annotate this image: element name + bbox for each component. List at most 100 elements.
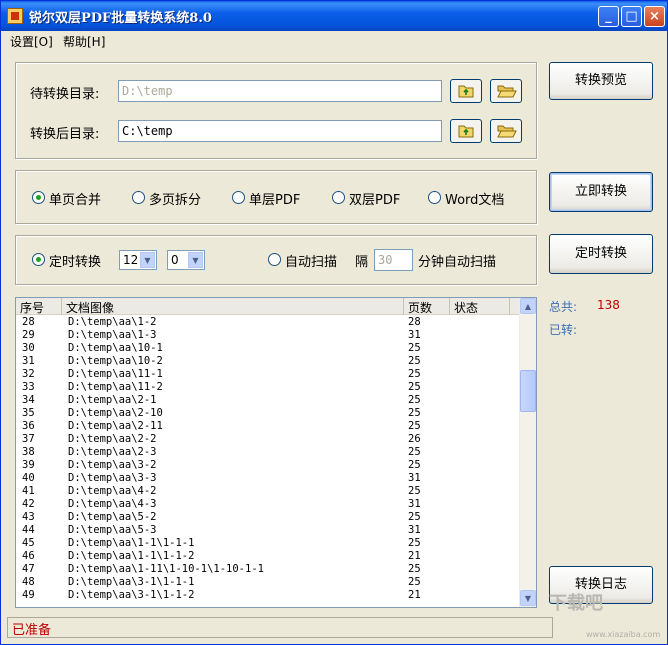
cell-seq: 48 bbox=[22, 576, 35, 588]
source-up-folder-button[interactable] bbox=[450, 79, 482, 103]
radio-timed-convert[interactable] bbox=[32, 253, 45, 266]
cell-seq: 47 bbox=[22, 563, 35, 575]
cell-pages: 31 bbox=[408, 498, 421, 510]
cell-image: D:\temp\aa\10-2 bbox=[68, 355, 163, 367]
cell-image: D:\temp\aa\1-2 bbox=[68, 316, 157, 328]
table-row[interactable]: 33 D:\temp\aa\11-2 25 bbox=[16, 381, 521, 394]
target-up-folder-button[interactable] bbox=[450, 119, 482, 143]
auto-scan-label: 自动扫描 bbox=[285, 255, 338, 270]
target-dir-field[interactable]: C:\temp bbox=[118, 120, 442, 142]
preview-button[interactable]: 转换预览 bbox=[549, 62, 653, 100]
table-row[interactable]: 28 D:\temp\aa\1-2 28 bbox=[16, 316, 521, 329]
cell-image: D:\temp\aa\10-1 bbox=[68, 342, 163, 354]
cell-seq: 40 bbox=[22, 472, 35, 484]
table-row[interactable]: 29 D:\temp\aa\1-3 31 bbox=[16, 329, 521, 342]
target-open-folder-button[interactable] bbox=[490, 119, 522, 143]
table-row[interactable]: 47 D:\temp\aa\1-11\1-10-1\1-10-1-1 25 bbox=[16, 563, 521, 576]
cell-image: D:\temp\aa\11-1 bbox=[68, 368, 163, 380]
timed-convert-label: 定时转换 bbox=[49, 255, 102, 270]
app-icon bbox=[7, 8, 23, 24]
radio-auto-scan[interactable] bbox=[268, 253, 281, 266]
source-open-folder-button[interactable] bbox=[490, 79, 522, 103]
chevron-down-icon[interactable]: ▼ bbox=[140, 252, 155, 268]
list-body: 28 D:\temp\aa\1-2 28 29 D:\temp\aa\1-3 31 30 D:… bbox=[16, 316, 521, 607]
cell-pages: 25 bbox=[408, 407, 421, 419]
title-bar[interactable]: 锐尔双层PDF批量转换系统8.0 _ □ × bbox=[1, 1, 667, 31]
cell-pages: 25 bbox=[408, 420, 421, 432]
chevron-down-icon[interactable]: ▼ bbox=[188, 252, 203, 268]
cell-seq: 33 bbox=[22, 381, 35, 393]
table-row[interactable]: 46 D:\temp\aa\1-1\1-1-2 21 bbox=[16, 550, 521, 563]
cell-seq: 28 bbox=[22, 316, 35, 328]
table-row[interactable]: 44 D:\temp\aa\5-3 31 bbox=[16, 524, 521, 537]
col-status[interactable]: 状态 bbox=[450, 298, 510, 315]
cell-seq: 36 bbox=[22, 420, 35, 432]
table-row[interactable]: 32 D:\temp\aa\11-1 25 bbox=[16, 368, 521, 381]
cell-seq: 41 bbox=[22, 485, 35, 497]
table-row[interactable]: 38 D:\temp\aa\2-3 25 bbox=[16, 446, 521, 459]
radio-mode-word[interactable] bbox=[428, 191, 441, 204]
cell-pages: 26 bbox=[408, 433, 421, 445]
scroll-up-icon[interactable]: ▲ bbox=[520, 298, 536, 314]
table-row[interactable]: 39 D:\temp\aa\3-2 25 bbox=[16, 459, 521, 472]
table-row[interactable]: 42 D:\temp\aa\4-3 31 bbox=[16, 498, 521, 511]
cell-seq: 37 bbox=[22, 433, 35, 445]
hour-value: 12 bbox=[123, 253, 139, 267]
hour-select[interactable]: 12 ▼ bbox=[119, 250, 157, 270]
status-bar: 已准备 bbox=[7, 617, 553, 638]
total-value: 138 bbox=[597, 298, 620, 312]
minimize-button[interactable]: _ bbox=[598, 6, 619, 27]
table-row[interactable]: 34 D:\temp\aa\2-1 25 bbox=[16, 394, 521, 407]
file-list[interactable]: 序号 文档图像 页数 状态 28 D:\temp\aa\1-2 28 29 D:\tem… bbox=[15, 297, 537, 608]
cell-image: D:\temp\aa\11-2 bbox=[68, 381, 163, 393]
table-row[interactable]: 41 D:\temp\aa\4-2 25 bbox=[16, 485, 521, 498]
table-row[interactable]: 37 D:\temp\aa\2-2 26 bbox=[16, 433, 521, 446]
minute-value: 0 bbox=[171, 253, 179, 267]
total-label: 总共: bbox=[549, 300, 578, 314]
cell-image: D:\temp\aa\3-3 bbox=[68, 472, 157, 484]
convert-now-button[interactable]: 立即转换 bbox=[549, 172, 653, 212]
radio-mode-split[interactable] bbox=[132, 191, 145, 204]
cell-seq: 49 bbox=[22, 589, 35, 601]
done-label: 已转: bbox=[549, 323, 578, 337]
cell-image: D:\temp\aa\2-2 bbox=[68, 433, 157, 445]
table-row[interactable]: 48 D:\temp\aa\3-1\1-1-1 25 bbox=[16, 576, 521, 589]
scroll-thumb[interactable] bbox=[520, 370, 536, 412]
cell-pages: 25 bbox=[408, 576, 421, 588]
table-row[interactable]: 31 D:\temp\aa\10-2 25 bbox=[16, 355, 521, 368]
cell-pages: 25 bbox=[408, 563, 421, 575]
cell-seq: 32 bbox=[22, 368, 35, 380]
interval-input[interactable]: 30 bbox=[374, 249, 413, 271]
menu-help[interactable]: 帮助[H] bbox=[63, 33, 105, 50]
table-row[interactable]: 49 D:\temp\aa\3-1\1-1-2 21 bbox=[16, 589, 521, 602]
timed-convert-button[interactable]: 定时转换 bbox=[549, 234, 653, 274]
menu-settings[interactable]: 设置[O] bbox=[10, 33, 53, 50]
cell-image: D:\temp\aa\5-2 bbox=[68, 511, 157, 523]
watermark-logo: 下载吧 bbox=[549, 593, 603, 614]
vertical-scrollbar[interactable]: ▲ ▼ bbox=[519, 298, 536, 607]
radio-mode-merge[interactable] bbox=[32, 191, 45, 204]
cell-seq: 42 bbox=[22, 498, 35, 510]
radio-mode-double-pdf[interactable] bbox=[332, 191, 345, 204]
cell-seq: 45 bbox=[22, 537, 35, 549]
table-row[interactable]: 36 D:\temp\aa\2-11 25 bbox=[16, 420, 521, 433]
close-button[interactable]: × bbox=[644, 6, 665, 27]
mode-word-label: Word文档 bbox=[445, 193, 505, 208]
source-dir-field[interactable]: D:\temp bbox=[118, 80, 442, 102]
col-image[interactable]: 文档图像 bbox=[62, 298, 404, 315]
cell-pages: 28 bbox=[408, 316, 421, 328]
maximize-button[interactable]: □ bbox=[621, 6, 642, 27]
table-row[interactable]: 43 D:\temp\aa\5-2 25 bbox=[16, 511, 521, 524]
table-row[interactable]: 40 D:\temp\aa\3-3 31 bbox=[16, 472, 521, 485]
col-seq[interactable]: 序号 bbox=[16, 298, 62, 315]
table-row[interactable]: 30 D:\temp\aa\10-1 25 bbox=[16, 342, 521, 355]
main-window: 锐尔双层PDF批量转换系统8.0 _ □ × 设置[O] 帮助[H] 待转换目录… bbox=[0, 0, 668, 645]
source-dir-label: 待转换目录: bbox=[30, 87, 100, 102]
minute-select[interactable]: 0 ▼ bbox=[167, 250, 205, 270]
col-pages[interactable]: 页数 bbox=[404, 298, 450, 315]
scroll-down-icon[interactable]: ▼ bbox=[520, 590, 536, 606]
radio-mode-single-pdf[interactable] bbox=[232, 191, 245, 204]
table-row[interactable]: 35 D:\temp\aa\2-10 25 bbox=[16, 407, 521, 420]
table-row[interactable]: 45 D:\temp\aa\1-1\1-1-1 25 bbox=[16, 537, 521, 550]
cell-pages: 25 bbox=[408, 459, 421, 471]
